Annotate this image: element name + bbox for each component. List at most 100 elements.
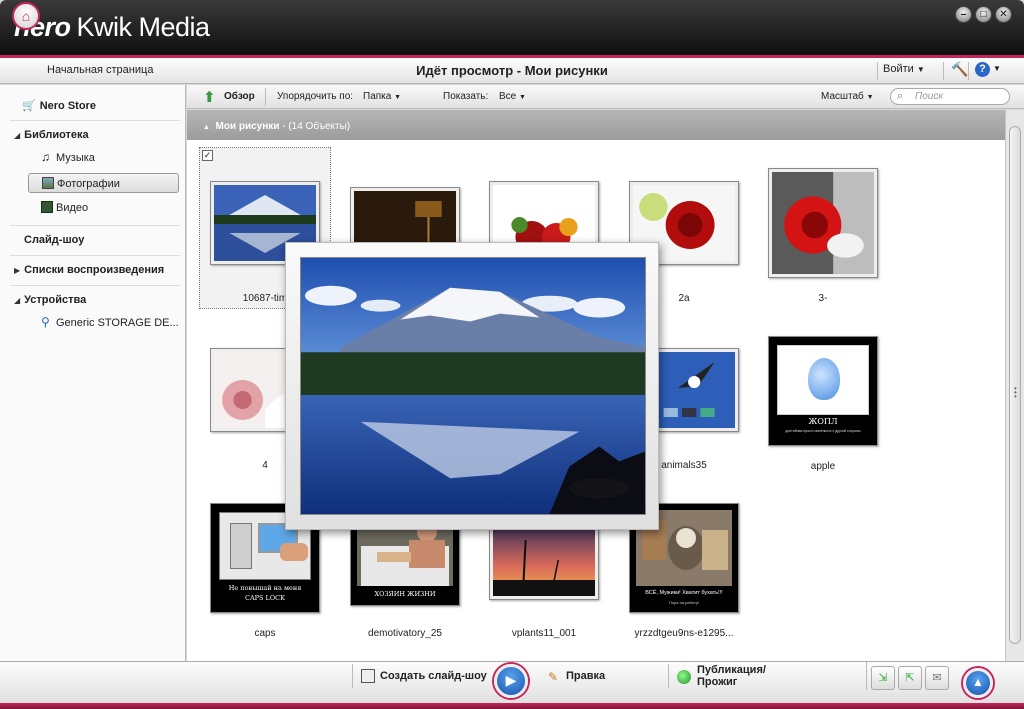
sidebar-section-devices[interactable]: ◢ Устройства [14,294,200,306]
tile-caption: apple [810,461,836,472]
divider [10,255,180,256]
import-button[interactable]: ⇲ [871,666,895,690]
tile-caption: vplants11_001 [511,628,577,639]
toolbar: ⬆ Обзор Упорядочить по: Папка ▼ Показать… [187,85,1024,109]
divider [265,88,266,106]
expand-triangle-icon: ▶ [14,266,21,275]
divider [10,120,180,121]
play-icon: ▶ [505,672,517,688]
bw-rose-thumbnail [772,172,874,274]
tile-caption: 3- [818,293,828,304]
poster-caption-line1: Не повышай на меня [228,584,302,592]
image-preview-popup[interactable] [285,242,659,530]
edit-button[interactable]: Правка [566,670,605,682]
show-value: Все [499,91,517,102]
sidebar-section-label: Списки воспроизведения [24,264,165,276]
up-arrow-icon: ▲ [972,675,984,689]
sidebar-item-nero-store[interactable]: 🛒 Nero Store [22,99,208,112]
play-button[interactable]: ▶ [494,664,528,698]
search-placeholder: Поиск [915,91,944,102]
sidebar-item-label: Фотографии [57,178,120,190]
group-count: - (14 Объекты) [282,121,351,132]
vertical-scrollbar[interactable]: • • • [1005,110,1024,661]
film-icon [41,201,53,213]
chevron-down-icon: ▼ [916,65,925,74]
poster-caption: ХОЗЯИН ЖИЗНИ [374,590,436,598]
export-button[interactable]: ⇱ [898,666,922,690]
create-slideshow-button[interactable]: Создать слайд-шоу [380,670,487,682]
group-name: Мои рисунки [215,121,280,132]
login-menu[interactable]: Войти ▼ [883,63,931,75]
search-input[interactable]: ⌕ Поиск [890,88,1010,105]
help-icon[interactable]: ? [975,62,990,77]
accent-line [0,703,1024,709]
sidebar-section-library[interactable]: ◢ Библиотека [14,129,200,141]
divider [352,664,353,688]
publish-icon [677,670,691,684]
sidebar-item-photos[interactable]: Фотографии [28,173,179,193]
scroll-thumb[interactable]: • • • [1009,126,1021,644]
show-label: Показать: [443,91,489,102]
preview-image [300,257,646,515]
chevron-down-icon: ▼ [519,94,526,101]
publish-label-line2: Прожиг [697,676,738,688]
publish-button[interactable]: Публикация/ Прожиг [697,664,766,688]
sidebar-item-music[interactable]: ♫ Музыка [28,148,179,168]
hammer-icon[interactable]: 🔨 [951,61,968,78]
collapse-triangle-icon: ◢ [14,131,21,140]
up-arrow-icon[interactable]: ⬆ [203,88,216,106]
sidebar-item-device[interactable]: ⚲ Generic STORAGE DE... [28,313,179,333]
poster-image [777,345,869,415]
close-button[interactable]: ✕ [995,6,1012,23]
sidebar-section-label: Устройства [24,294,87,306]
sort-dropdown[interactable]: Папка ▼ [363,91,401,102]
chevron-down-icon[interactable]: ▼ [993,64,1001,73]
home-icon: ⌂ [21,8,31,24]
edit-icon: ✎ [548,670,559,684]
photo-icon [42,177,54,189]
sidebar-item-label: Видео [56,202,89,214]
poster-title: ЖОПЛ [808,417,838,426]
tile-caption: caps [254,628,276,639]
sidebar-item-label: Generic STORAGE DE... [56,317,179,329]
sidebar-section-playlists[interactable]: ▶ Списки воспроизведения [14,264,200,276]
sidebar: 🛒 Nero Store ◢ Библиотека ♫ Музыка Фотограф… [0,85,186,661]
show-dropdown[interactable]: Все ▼ [499,91,526,102]
home-button[interactable]: ⌂ [12,2,40,30]
tile-checkbox[interactable]: ✓ [202,150,213,161]
page-title: Идёт просмотр - Мои рисунки [416,63,608,78]
browse-button[interactable]: Обзор [224,91,255,102]
music-note-icon: ♫ [41,150,50,164]
slideshow-icon [361,669,375,683]
envelope-icon: ✉ [932,672,942,684]
tile-caption: yrzzdtgeu9ns-e1295... [634,628,734,639]
nav-bar: Начальная страница Идёт просмотр - Мои р… [0,58,1024,84]
divider [943,62,944,80]
sidebar-item-label: Музыка [56,152,95,164]
group-header[interactable]: ▲ Мои рисунки - (14 Объекты) [187,110,1005,140]
divider [968,62,969,80]
collapse-triangle-icon: ▲ [203,124,210,131]
divider [10,285,180,286]
sidebar-item-slideshow[interactable]: Слайд-шоу [24,234,210,246]
mail-button[interactable]: ✉ [925,666,949,690]
thumbnail-frame: ЖОПЛ достойная просто вательсть с другой… [768,336,878,446]
zoom-dropdown[interactable]: Масштаб ▼ [821,91,874,102]
divider [668,664,669,688]
usb-drive-icon: ⚲ [41,315,50,329]
maximize-button[interactable]: □ [975,6,992,23]
computer-case-icon [230,523,252,569]
sidebar-item-video[interactable]: Видео [28,198,179,218]
tile-caption: demotivatory_25 [368,628,442,639]
thumbnail-frame [768,168,878,278]
import-icon: ⇲ [878,672,888,684]
publish-label-line1: Публикация/ [697,664,766,676]
minimize-button[interactable]: – [955,6,972,23]
hand-icon [280,543,308,561]
poster-caption-line2: CAPS LOCK [244,594,286,602]
collapse-panel-button[interactable]: ▲ [963,668,993,698]
search-icon: ⌕ [897,90,904,102]
export-icon: ⇱ [905,672,915,684]
login-label: Войти [883,63,914,75]
poster-caption-line1: ВСЁ, Мужики! Хватит бухать!!! [645,590,723,596]
